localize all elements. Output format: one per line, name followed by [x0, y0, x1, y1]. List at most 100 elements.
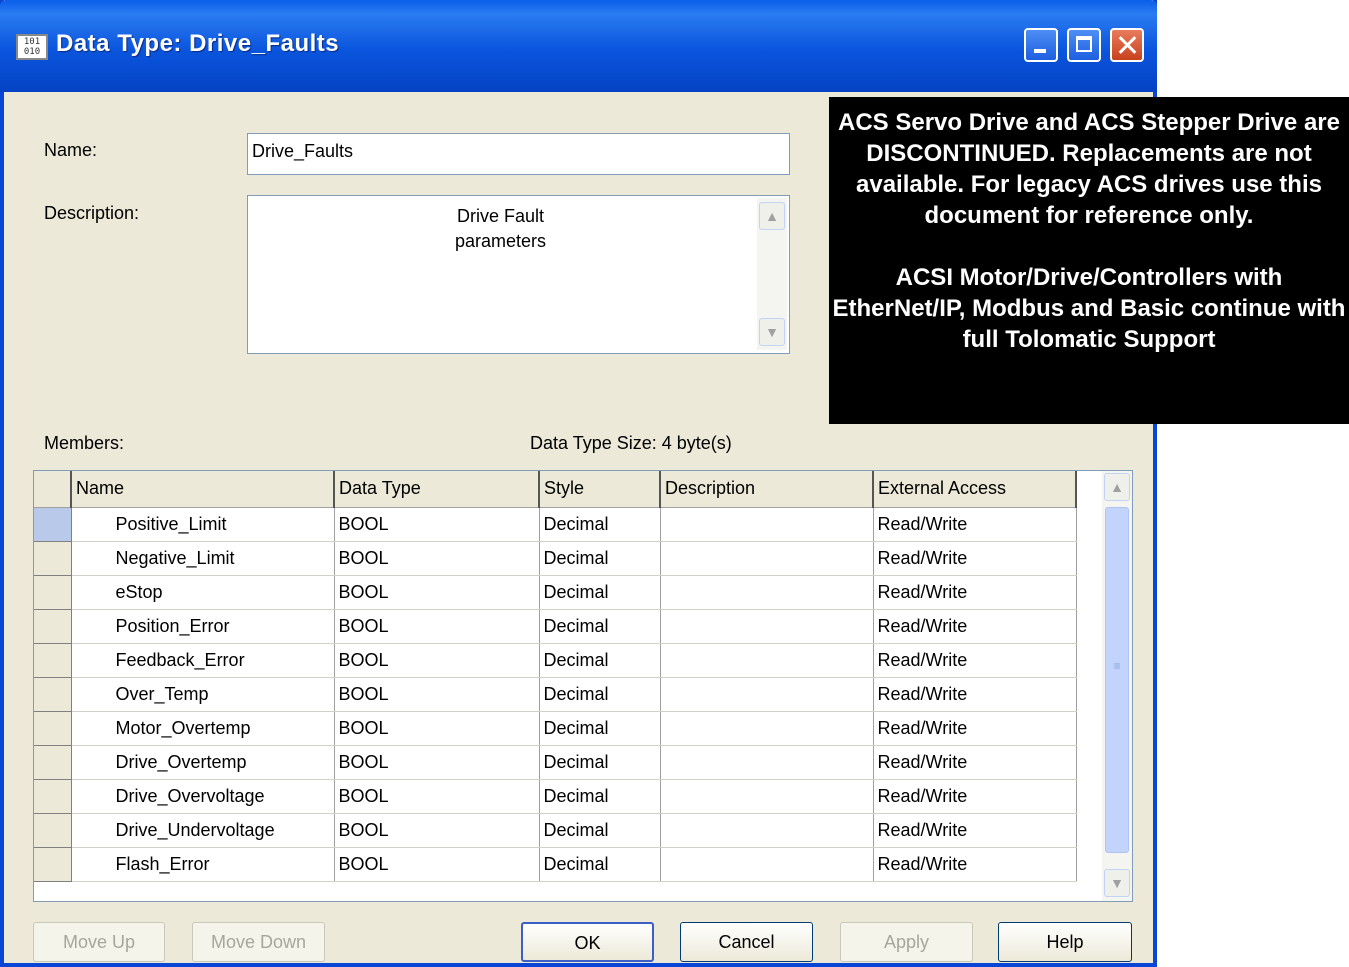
cell-external-access[interactable]: Read/Write [873, 677, 1077, 712]
grid-scrollbar[interactable]: ▲ ≡ ▼ [1102, 471, 1132, 901]
column-header-external-access[interactable]: External Access [873, 471, 1077, 508]
cell-external-access[interactable]: Read/Write [873, 813, 1077, 848]
table-row[interactable]: Over_Temp BOOL Decimal Read/Write [34, 677, 1077, 712]
scroll-down-icon[interactable]: ▼ [759, 318, 785, 346]
column-header-name[interactable]: Name [71, 471, 335, 508]
description-scrollbar[interactable]: ▲ ▼ [757, 198, 787, 350]
cell-name[interactable]: Over_Temp [71, 677, 335, 712]
cell-name[interactable]: Positive_Limit [71, 507, 335, 542]
cell-external-access[interactable]: Read/Write [873, 507, 1077, 542]
ok-button[interactable]: OK [521, 922, 654, 962]
cell-description[interactable] [660, 711, 874, 746]
scroll-down-icon[interactable]: ▼ [1104, 869, 1130, 897]
cell-name[interactable]: Drive_Overvoltage [71, 779, 335, 814]
minimize-icon[interactable] [1024, 28, 1058, 62]
cell-style[interactable]: Decimal [539, 779, 661, 814]
maximize-icon[interactable] [1067, 28, 1101, 62]
row-selector[interactable] [34, 609, 72, 644]
cell-name[interactable]: Drive_Undervoltage [71, 813, 335, 848]
cell-description[interactable] [660, 745, 874, 780]
cell-style[interactable]: Decimal [539, 643, 661, 678]
table-row[interactable]: Feedback_Error BOOL Decimal Read/Write [34, 643, 1077, 678]
row-selector[interactable] [34, 643, 72, 678]
row-selector[interactable] [34, 779, 72, 814]
name-input[interactable]: Drive_Faults [247, 133, 790, 175]
cell-style[interactable]: Decimal [539, 847, 661, 882]
row-selector[interactable] [34, 847, 72, 882]
cell-style[interactable]: Decimal [539, 507, 661, 542]
cell-data-type[interactable]: BOOL [334, 813, 540, 848]
cell-external-access[interactable]: Read/Write [873, 643, 1077, 678]
help-button[interactable]: Help [998, 922, 1132, 962]
cell-name[interactable]: eStop [71, 575, 335, 610]
cancel-button[interactable]: Cancel [680, 922, 813, 962]
table-row[interactable]: Motor_Overtemp BOOL Decimal Read/Write [34, 711, 1077, 746]
cell-data-type[interactable]: BOOL [334, 711, 540, 746]
cell-data-type[interactable]: BOOL [334, 779, 540, 814]
cell-description[interactable] [660, 779, 874, 814]
row-selector[interactable] [34, 745, 72, 780]
cell-description[interactable] [660, 507, 874, 542]
cell-description[interactable] [660, 609, 874, 644]
row-selector[interactable] [34, 575, 72, 610]
row-selector[interactable] [34, 541, 72, 576]
cell-external-access[interactable]: Read/Write [873, 745, 1077, 780]
cell-data-type[interactable]: BOOL [334, 643, 540, 678]
table-row[interactable]: Drive_Overvoltage BOOL Decimal Read/Write [34, 779, 1077, 814]
cell-description[interactable] [660, 541, 874, 576]
cell-data-type[interactable]: BOOL [334, 541, 540, 576]
cell-external-access[interactable]: Read/Write [873, 847, 1077, 882]
scroll-up-icon[interactable]: ▲ [1104, 473, 1130, 501]
table-row[interactable]: eStop BOOL Decimal Read/Write [34, 575, 1077, 610]
cell-external-access[interactable]: Read/Write [873, 609, 1077, 644]
row-selector[interactable] [34, 507, 72, 542]
row-selector[interactable] [34, 677, 72, 712]
cell-style[interactable]: Decimal [539, 541, 661, 576]
cell-style[interactable]: Decimal [539, 745, 661, 780]
cell-data-type[interactable]: BOOL [334, 575, 540, 610]
cell-style[interactable]: Decimal [539, 677, 661, 712]
table-row[interactable]: Positive_Limit BOOL Decimal Read/Write [34, 507, 1077, 542]
table-row[interactable]: Position_Error BOOL Decimal Read/Write [34, 609, 1077, 644]
column-header-style[interactable]: Style [539, 471, 661, 508]
move-up-button[interactable]: Move Up [33, 922, 165, 962]
cell-name[interactable]: Negative_Limit [71, 541, 335, 576]
table-row[interactable]: Drive_Overtemp BOOL Decimal Read/Write [34, 745, 1077, 780]
cell-style[interactable]: Decimal [539, 575, 661, 610]
apply-button[interactable]: Apply [840, 922, 973, 962]
cell-data-type[interactable]: BOOL [334, 677, 540, 712]
cell-description[interactable] [660, 677, 874, 712]
cell-external-access[interactable]: Read/Write [873, 575, 1077, 610]
cell-name[interactable]: Motor_Overtemp [71, 711, 335, 746]
cell-name[interactable]: Position_Error [71, 609, 335, 644]
cell-name[interactable]: Feedback_Error [71, 643, 335, 678]
description-textarea[interactable]: Drive Fault parameters ▲ ▼ [247, 195, 790, 354]
cell-external-access[interactable]: Read/Write [873, 779, 1077, 814]
cell-name[interactable]: Flash_Error [71, 847, 335, 882]
row-selector[interactable] [34, 711, 72, 746]
column-header-data-type[interactable]: Data Type [334, 471, 540, 508]
scroll-up-icon[interactable]: ▲ [759, 202, 785, 230]
close-icon[interactable] [1110, 28, 1144, 62]
table-row[interactable]: Negative_Limit BOOL Decimal Read/Write [34, 541, 1077, 576]
cell-external-access[interactable]: Read/Write [873, 541, 1077, 576]
row-selector[interactable] [34, 813, 72, 848]
cell-external-access[interactable]: Read/Write [873, 711, 1077, 746]
table-row[interactable]: Drive_Undervoltage BOOL Decimal Read/Write [34, 813, 1077, 848]
cell-description[interactable] [660, 813, 874, 848]
cell-description[interactable] [660, 847, 874, 882]
title-bar[interactable]: 101 010 Data Type: Drive_Faults [0, 0, 1157, 92]
cell-data-type[interactable]: BOOL [334, 609, 540, 644]
cell-style[interactable]: Decimal [539, 711, 661, 746]
cell-style[interactable]: Decimal [539, 813, 661, 848]
column-header-description[interactable]: Description [660, 471, 874, 508]
cell-name[interactable]: Drive_Overtemp [71, 745, 335, 780]
cell-description[interactable] [660, 575, 874, 610]
cell-data-type[interactable]: BOOL [334, 507, 540, 542]
scroll-grip-icon[interactable]: ≡ [1105, 507, 1129, 853]
cell-description[interactable] [660, 643, 874, 678]
cell-style[interactable]: Decimal [539, 609, 661, 644]
table-row[interactable]: Flash_Error BOOL Decimal Read/Write [34, 847, 1077, 882]
cell-data-type[interactable]: BOOL [334, 847, 540, 882]
move-down-button[interactable]: Move Down [192, 922, 325, 962]
